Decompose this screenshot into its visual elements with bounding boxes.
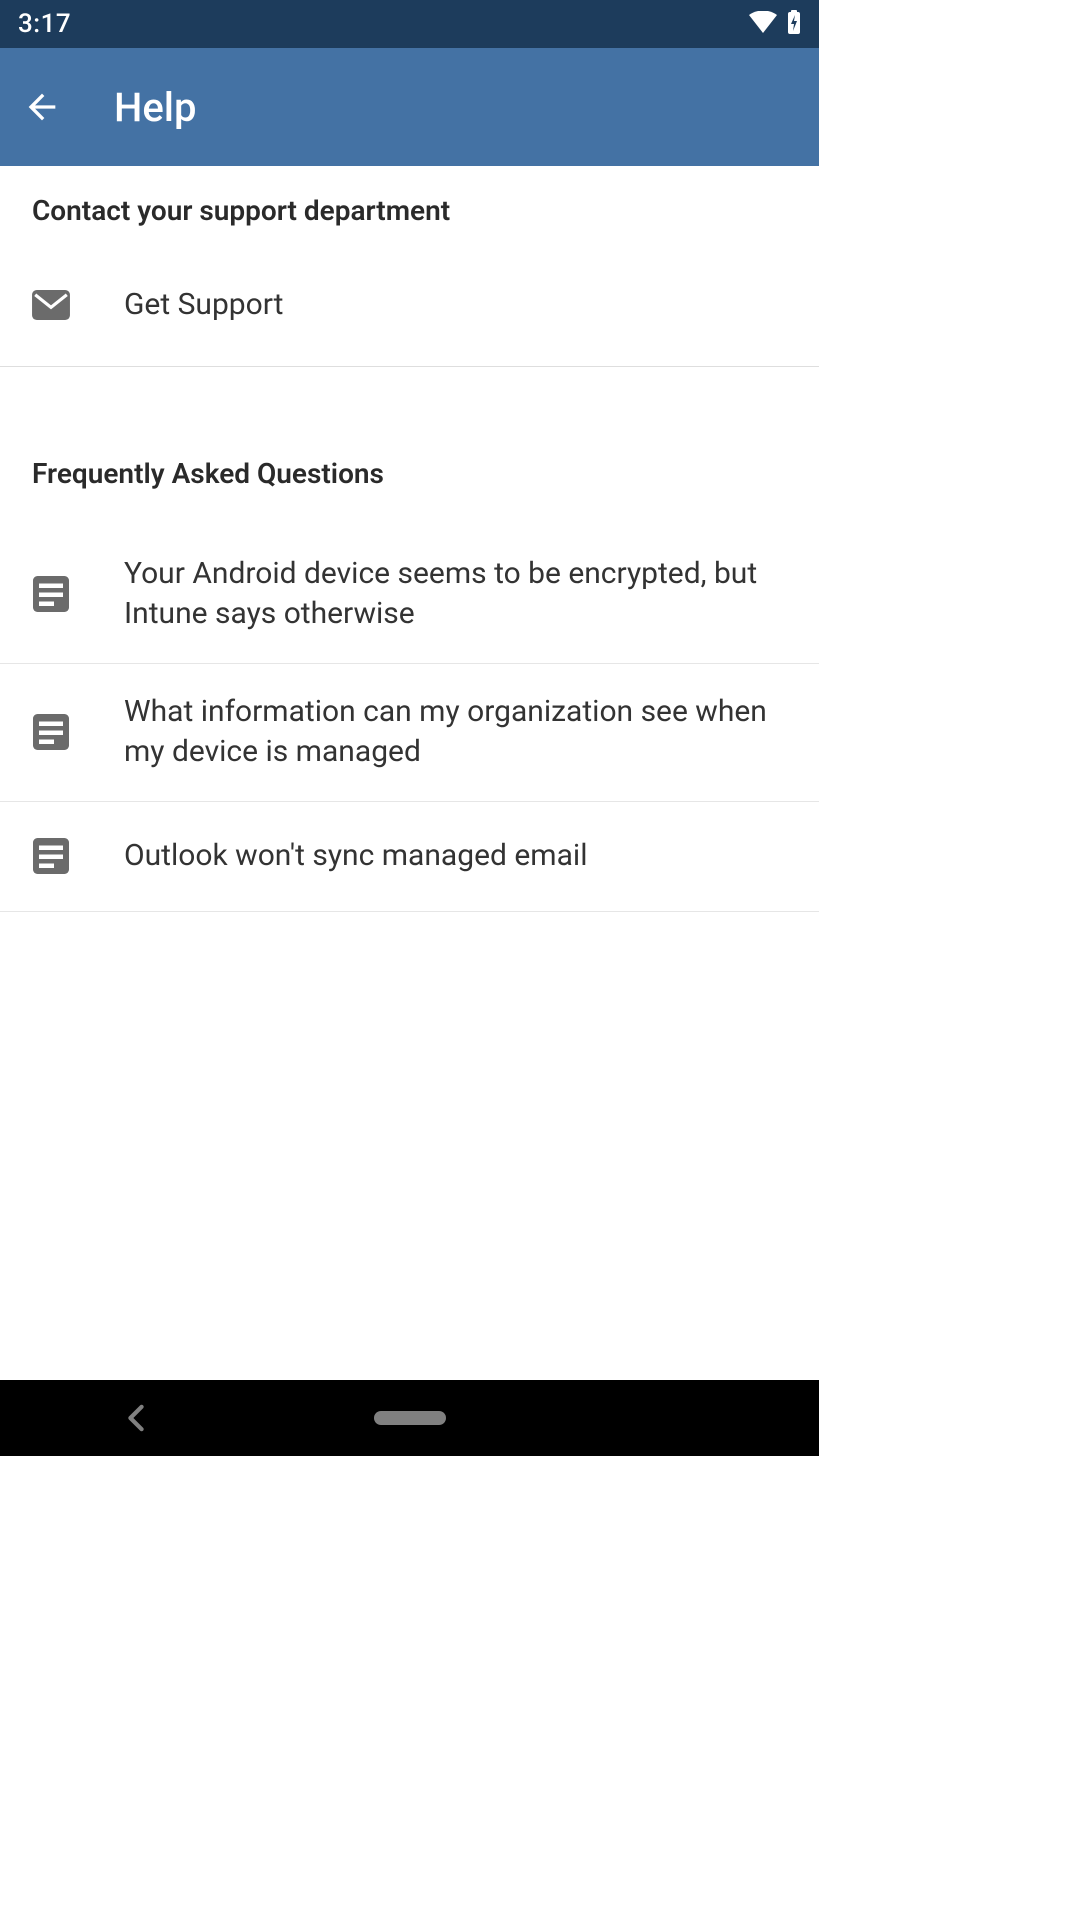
get-support-label: Get Support [124, 285, 787, 326]
chevron-left-icon [127, 1404, 145, 1432]
back-button[interactable] [20, 85, 64, 129]
page-title: Help [114, 84, 196, 131]
article-icon [32, 575, 70, 613]
faq-item[interactable]: Your Android device seems to be encrypte… [0, 526, 819, 664]
status-bar: 3:17 [0, 0, 819, 48]
contact-section-header: Contact your support department [0, 166, 819, 245]
content: Contact your support department Get Supp… [0, 166, 819, 1380]
mail-icon [32, 286, 70, 324]
faq-item[interactable]: Outlook won't sync managed email [0, 802, 819, 912]
app-bar: Help [0, 48, 819, 166]
faq-item-label: Your Android device seems to be encrypte… [124, 554, 787, 635]
faq-item[interactable]: What information can my organization see… [0, 664, 819, 802]
nav-back-button[interactable] [120, 1402, 152, 1434]
article-icon [32, 837, 70, 875]
faq-item-label: Outlook won't sync managed email [124, 836, 787, 877]
nav-home-pill[interactable] [374, 1411, 446, 1425]
status-icons [749, 10, 801, 38]
status-time: 3:17 [18, 9, 71, 39]
wifi-icon [749, 11, 777, 37]
battery-charging-icon [787, 10, 801, 38]
article-icon [32, 713, 70, 751]
arrow-back-icon [22, 87, 62, 127]
navigation-bar [0, 1380, 819, 1456]
get-support-item[interactable]: Get Support [0, 245, 819, 367]
faq-section-header: Frequently Asked Questions [0, 367, 819, 526]
faq-item-label: What information can my organization see… [124, 692, 787, 773]
